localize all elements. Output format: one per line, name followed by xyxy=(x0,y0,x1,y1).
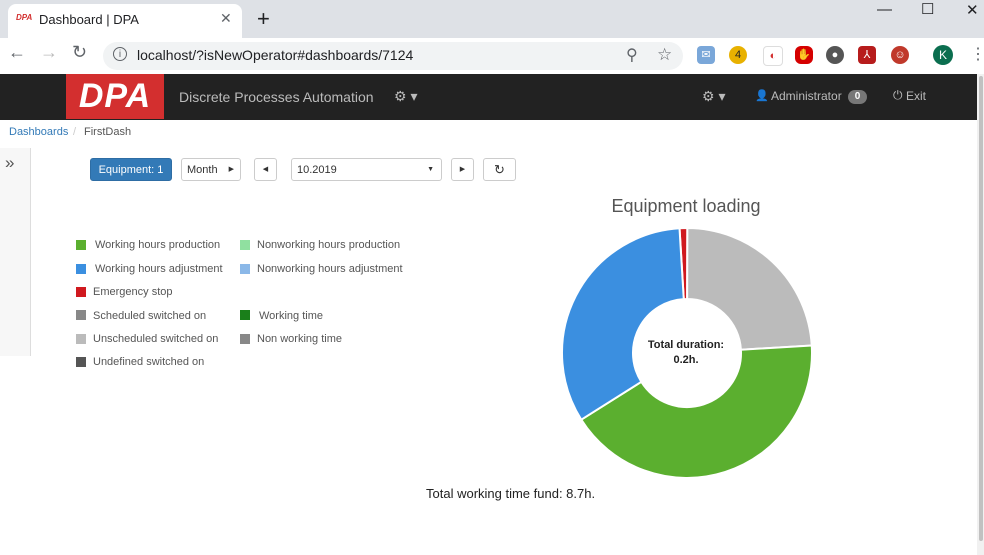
pocket-extension-icon[interactable]: ◐ xyxy=(763,46,783,66)
total-duration-value: 0.2h. xyxy=(673,354,699,366)
page-scrollbar-thumb[interactable] xyxy=(979,76,983,541)
legend-label: Non working time xyxy=(257,333,342,345)
next-period-button[interactable]: ▶ xyxy=(451,158,474,181)
chart-center-text: Total duration: 0.2h. xyxy=(636,338,736,368)
period-value: Month xyxy=(187,164,218,176)
legend-label: Working hours adjustment xyxy=(95,263,223,275)
settings-menu-icon[interactable]: ⚙ ▾ xyxy=(702,88,725,105)
circle-extension-icon[interactable]: ● xyxy=(826,46,844,64)
user-name[interactable]: Administrator xyxy=(771,89,842,103)
legend-label: Nonworking hours production xyxy=(257,239,401,251)
user-icon: 👤 xyxy=(755,90,769,102)
adblock-extension-icon[interactable]: ✋ xyxy=(795,46,813,64)
tab-title: Dashboard | DPA xyxy=(39,12,139,27)
app-brand[interactable]: Discrete Processes Automation xyxy=(179,89,374,105)
legend-label: Scheduled switched on xyxy=(93,310,207,322)
chevron-down-icon: ▼ xyxy=(427,166,434,173)
exit-link[interactable]: Exit xyxy=(906,89,926,103)
app-logo[interactable]: DPA xyxy=(66,74,164,119)
bookmark-star-icon[interactable]: ☆ xyxy=(657,45,672,65)
tab-close-icon[interactable]: ✕ xyxy=(220,10,232,27)
legend-label: Unscheduled switched on xyxy=(93,333,219,345)
legend-label: Working hours production xyxy=(95,239,221,251)
back-icon[interactable]: ← xyxy=(8,42,26,63)
legend-swatch-working-hours-production xyxy=(76,240,86,250)
breadcrumb-dashboards[interactable]: Dashboards xyxy=(9,126,68,138)
expand-sidebar-icon[interactable]: » xyxy=(5,153,14,173)
breadcrumb-current: FirstDash xyxy=(84,126,132,138)
total-duration-label: Total duration: xyxy=(647,339,725,351)
legend-swatch-scheduled-switched-on xyxy=(76,310,86,320)
legend-swatch-unscheduled-switched-on xyxy=(76,334,86,344)
notification-extension-icon[interactable]: 4 xyxy=(729,46,747,64)
forward-icon[interactable]: → xyxy=(40,42,58,63)
chart-title: Equipment loading xyxy=(611,196,761,216)
legend-swatch-non-working-time xyxy=(240,334,250,344)
reload-icon[interactable]: ↻ xyxy=(72,42,87,63)
refresh-button[interactable]: ↻ xyxy=(483,158,516,181)
maximize-icon[interactable]: ☐ xyxy=(921,0,934,18)
info-icon[interactable]: i xyxy=(113,47,127,61)
profile-avatar[interactable]: K xyxy=(933,45,953,65)
collapsed-sidebar xyxy=(0,148,31,356)
legend-swatch-nonworking-hours-adjustment xyxy=(240,264,250,274)
date-value: 10.2019 xyxy=(297,164,337,176)
donut-slice-working-hours-adjustment[interactable] xyxy=(561,227,685,422)
legend-swatch-working-time xyxy=(240,310,250,320)
legend-label: Working time xyxy=(259,310,323,322)
minimize-icon[interactable]: — xyxy=(877,1,892,18)
legend-swatch-emergency-stop xyxy=(76,287,86,297)
caret-right-icon: ▶ xyxy=(228,166,234,173)
legend-swatch-working-hours-adjustment xyxy=(76,264,86,274)
zoom-icon[interactable]: ⚲ xyxy=(626,45,638,65)
period-dropdown[interactable]: Month ▶ xyxy=(181,158,241,181)
window-close-icon[interactable]: ✕ xyxy=(966,1,979,19)
pdf-extension-icon[interactable]: ⅄ xyxy=(858,46,876,64)
url-text[interactable]: localhost/?isNewOperator#dashboards/7124 xyxy=(137,47,413,63)
power-icon: ⏻ xyxy=(893,88,903,102)
legend-swatch-nonworking-hours-production xyxy=(240,240,250,250)
tab-favicon: DPA xyxy=(16,13,33,22)
working-time-fund: Total working time fund: 8.7h. xyxy=(426,486,596,501)
donut-slice-unscheduled-switched-on[interactable] xyxy=(686,226,813,351)
legend-label: Nonworking hours adjustment xyxy=(257,263,403,275)
mail-extension-icon[interactable]: ✉ xyxy=(697,46,715,64)
previous-period-button[interactable]: ◀ xyxy=(254,158,277,181)
breadcrumb-separator: / xyxy=(73,126,77,138)
legend-swatch-undefined-switched-on xyxy=(76,357,86,367)
equipment-button[interactable]: Equipment: 1 xyxy=(90,158,172,181)
date-select[interactable]: 10.2019 ▼ xyxy=(291,158,442,181)
user-badge: 0 xyxy=(848,90,867,104)
avatar-extension-icon[interactable]: ☺ xyxy=(891,46,909,64)
legend-label: Emergency stop xyxy=(93,286,173,298)
modules-menu-icon[interactable]: ⚙ ▾ xyxy=(394,88,417,105)
legend-label: Undefined switched on xyxy=(93,356,205,368)
browser-menu-icon[interactable]: ⋮ xyxy=(970,44,984,64)
new-tab-icon[interactable]: + xyxy=(257,6,270,32)
